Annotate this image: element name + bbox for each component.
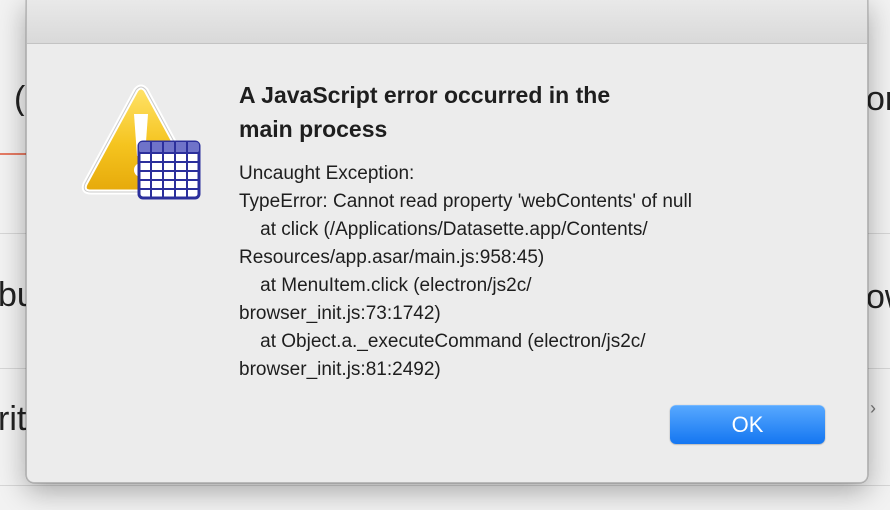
dialog-titlebar	[27, 0, 867, 44]
background-text-fragment: (	[14, 82, 26, 116]
background-text-fragment: on	[866, 82, 890, 116]
warning-table-icon	[81, 84, 201, 200]
background-accent-line	[0, 153, 26, 155]
background-text-fragment: bu	[0, 278, 26, 312]
background-text-fragment: rit	[0, 402, 26, 436]
chevron-right-icon: ›	[870, 398, 876, 418]
error-alert-dialog: A JavaScript error occurred in the main …	[26, 0, 868, 483]
dialog-title: A JavaScript error occurred in the main …	[239, 82, 611, 142]
background-divider	[0, 485, 890, 486]
ok-button[interactable]: OK	[670, 405, 825, 444]
background-text-fragment: ow	[866, 280, 890, 314]
error-message: Uncaught Exception: TypeError: Cannot re…	[239, 163, 692, 380]
